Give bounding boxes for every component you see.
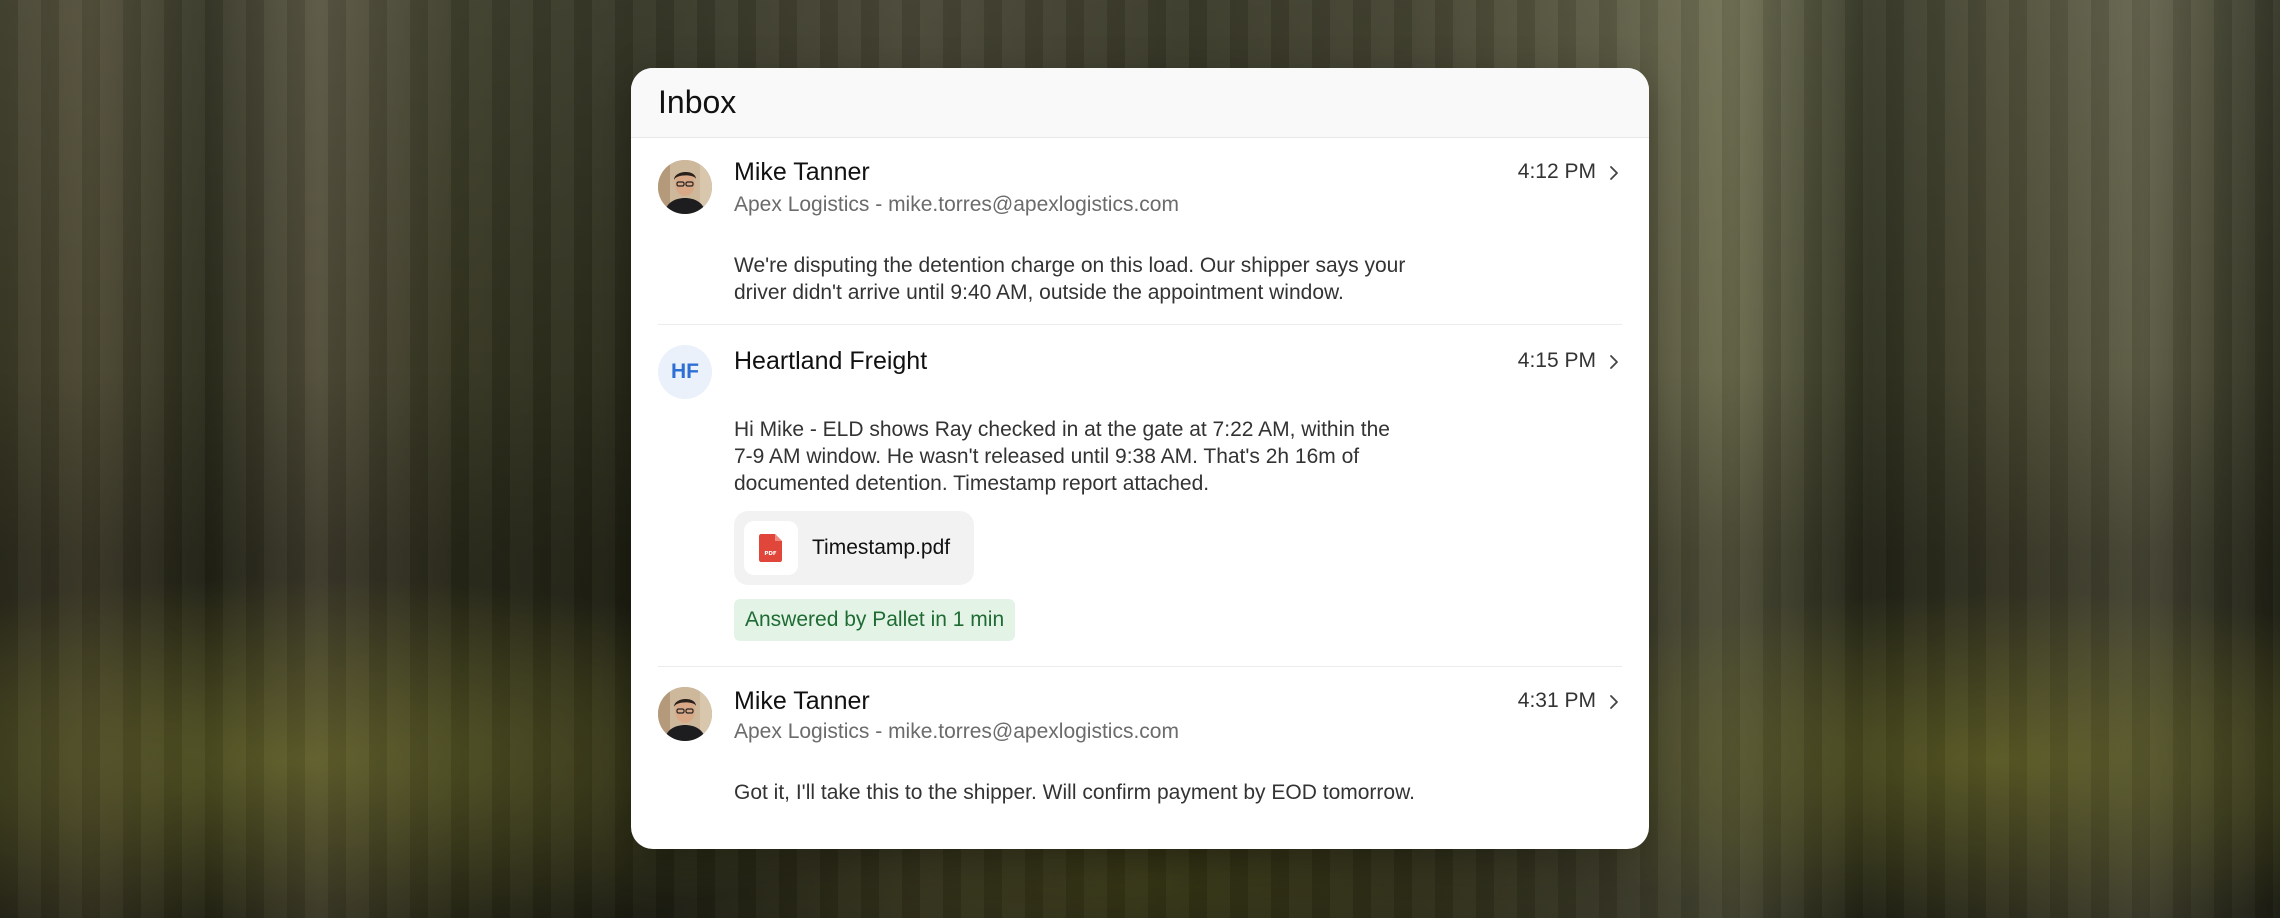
avatar <box>658 687 712 741</box>
message-list: Mike Tanner Apex Logistics - mike.torres… <box>631 138 1649 847</box>
message-time: 4:12 PM <box>1517 160 1596 183</box>
message-body: Hi Mike - ELD shows Ray checked in at th… <box>734 418 1390 495</box>
message-body: Got it, I'll take this to the shipper. W… <box>734 781 1415 804</box>
sender-company-email: Apex Logistics - mike.torres@apexlogisti… <box>734 193 1179 216</box>
message-item[interactable]: Mike Tanner Apex Logistics - mike.torres… <box>658 667 1622 847</box>
message-body: We're disputing the detention charge on … <box>734 254 1406 304</box>
sender-company-email: Apex Logistics - mike.torres@apexlogisti… <box>734 720 1179 743</box>
chevron-right-icon[interactable] <box>1606 165 1622 181</box>
avatar-initials: HF <box>658 345 712 399</box>
message-item[interactable]: HF Heartland Freight 4:15 PM Hi Mike - E… <box>658 325 1622 667</box>
attachment-chip[interactable]: PDF Timestamp.pdf <box>734 511 974 585</box>
inbox-panel: Inbox Mike Tanner Apex Logistics - mike.… <box>631 68 1649 849</box>
sender-name: Mike Tanner <box>734 158 870 186</box>
message-time: 4:31 PM <box>1517 689 1596 712</box>
message-time: 4:15 PM <box>1517 349 1596 372</box>
inbox-header: Inbox <box>631 68 1649 138</box>
pdf-file-icon: PDF <box>744 521 798 575</box>
pdf-label: PDF <box>764 551 777 557</box>
attachment-file-name: Timestamp.pdf <box>812 536 951 559</box>
answered-badge: Answered by Pallet in 1 min <box>734 599 1016 641</box>
chevron-right-icon[interactable] <box>1606 694 1622 710</box>
message-header: Mike Tanner Apex Logistics - mike.torres… <box>658 138 1622 216</box>
inbox-title: Inbox <box>658 84 737 120</box>
chevron-right-icon[interactable] <box>1606 354 1622 370</box>
avatar <box>658 160 712 214</box>
message-item[interactable]: Mike Tanner Apex Logistics - mike.torres… <box>658 138 1622 325</box>
message-header: Mike Tanner Apex Logistics - mike.torres… <box>658 667 1622 743</box>
message-header: HF Heartland Freight 4:15 PM <box>658 325 1622 399</box>
sender-name: Mike Tanner <box>734 687 870 715</box>
sender-name: Heartland Freight <box>734 347 928 375</box>
